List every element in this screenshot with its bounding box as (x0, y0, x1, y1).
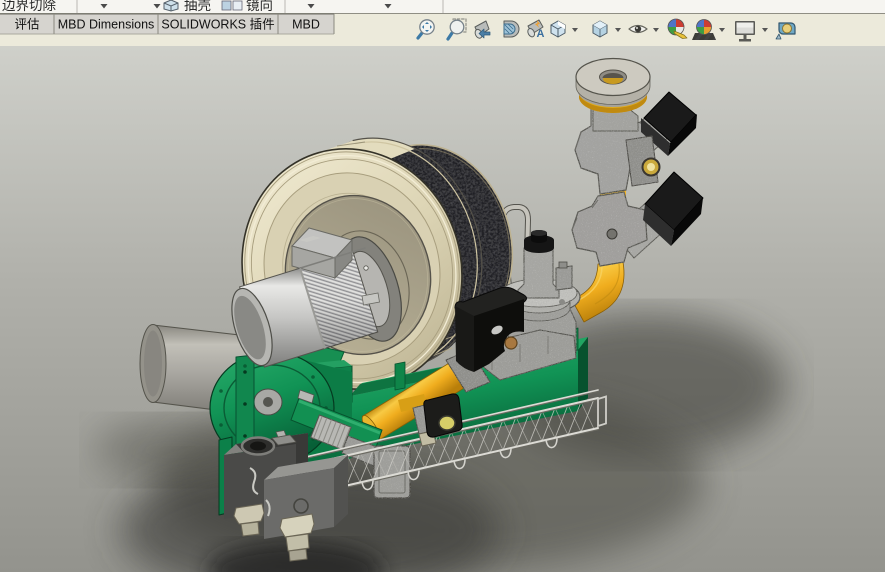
svg-text:SOLIDWORKS 插件: SOLIDWORKS 插件 (161, 18, 274, 32)
svg-text:MBD: MBD (292, 18, 320, 32)
svg-text:A: A (537, 28, 545, 40)
svg-text:边界切除: 边界切除 (2, 0, 56, 13)
svg-text:抽壳: 抽壳 (184, 0, 211, 13)
svg-text:镜向: 镜向 (246, 0, 273, 13)
svg-text:评估: 评估 (14, 18, 39, 32)
svg-text:MBD Dimensions: MBD Dimensions (58, 18, 155, 32)
